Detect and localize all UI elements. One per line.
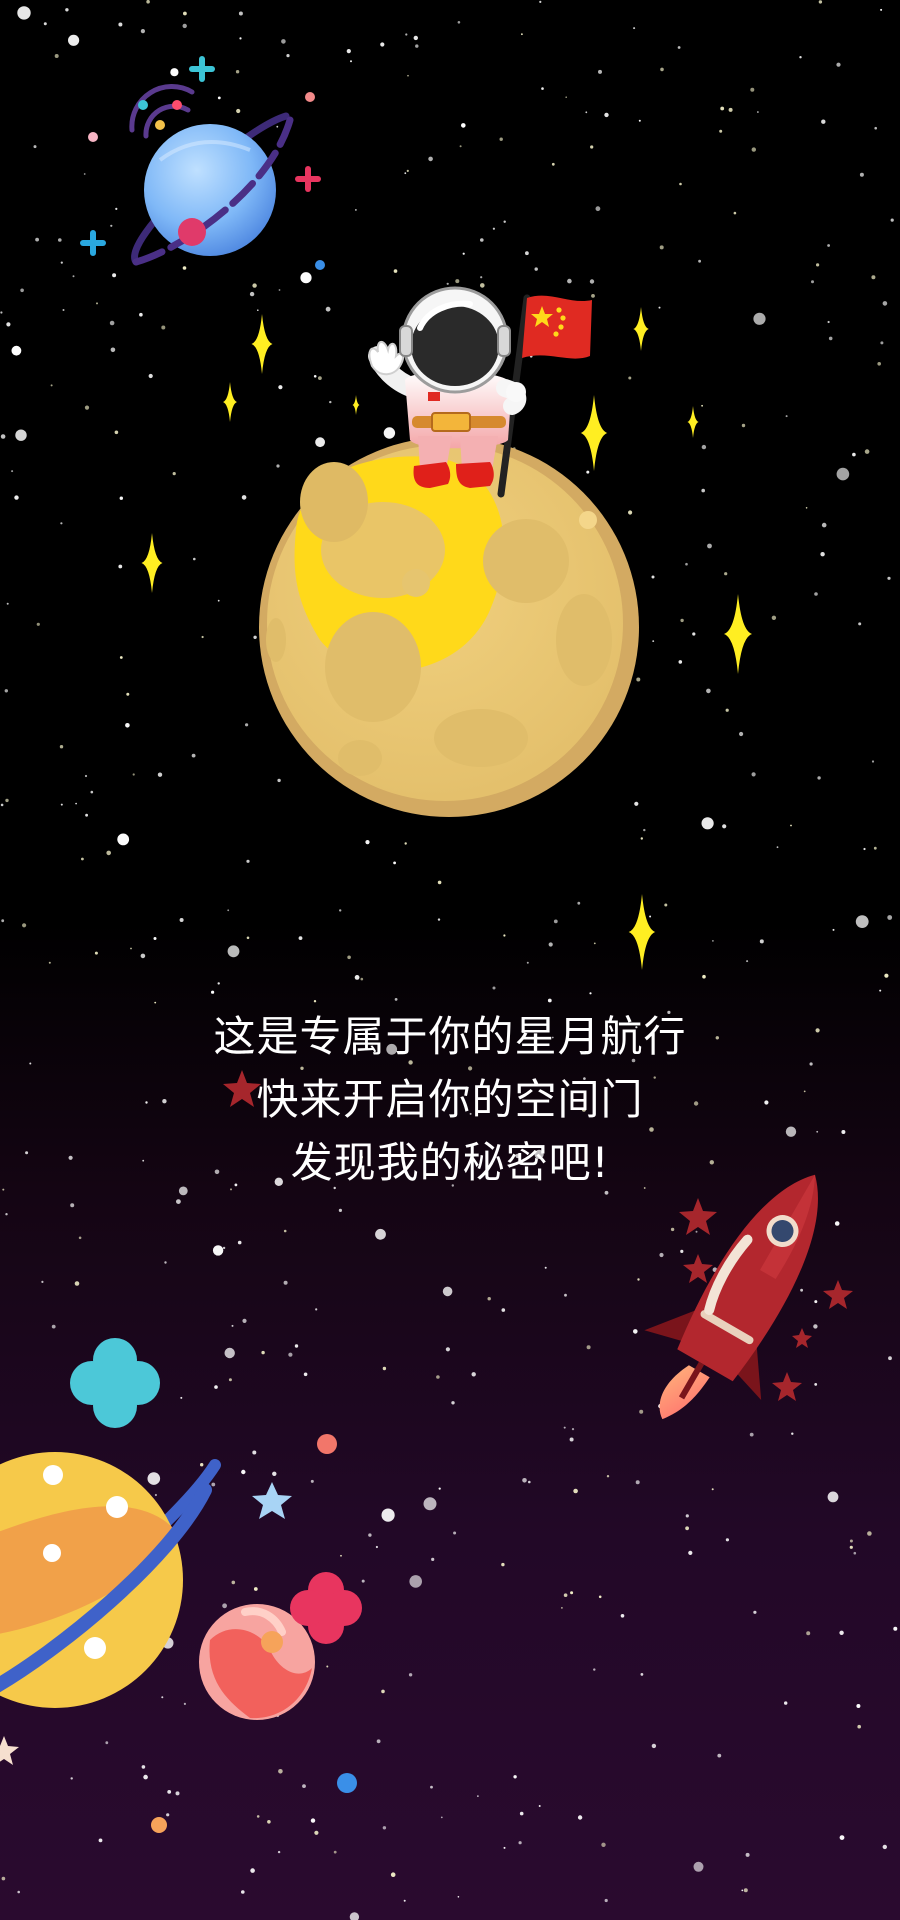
sparkle-star-icon [687,406,699,438]
sparkle-layer [141,307,752,970]
sparkle-star-icon [628,894,656,970]
sparkle-star-icon [580,395,608,471]
sparkle-star-icon [141,533,163,593]
caption-line-2: 快来开启你的空间门 [256,1075,644,1124]
sparkle-star-icon [251,314,273,374]
poster-canvas: 这是专属于你的星月航行 快来开启你的空间门 发现我的秘密吧! [0,0,900,1920]
sparkle-star-icon [223,382,237,422]
sparkle-star-icon [724,594,752,674]
caption-line-3: 发现我的秘密吧! [290,1138,610,1187]
sparkle-star-icon [633,307,649,351]
caption-line-1: 这是专属于你的星月航行 [213,1012,687,1061]
sparkle-star-icon [352,395,360,415]
caption-block: 这是专属于你的星月航行 快来开启你的空间门 发现我的秘密吧! [0,1005,900,1194]
